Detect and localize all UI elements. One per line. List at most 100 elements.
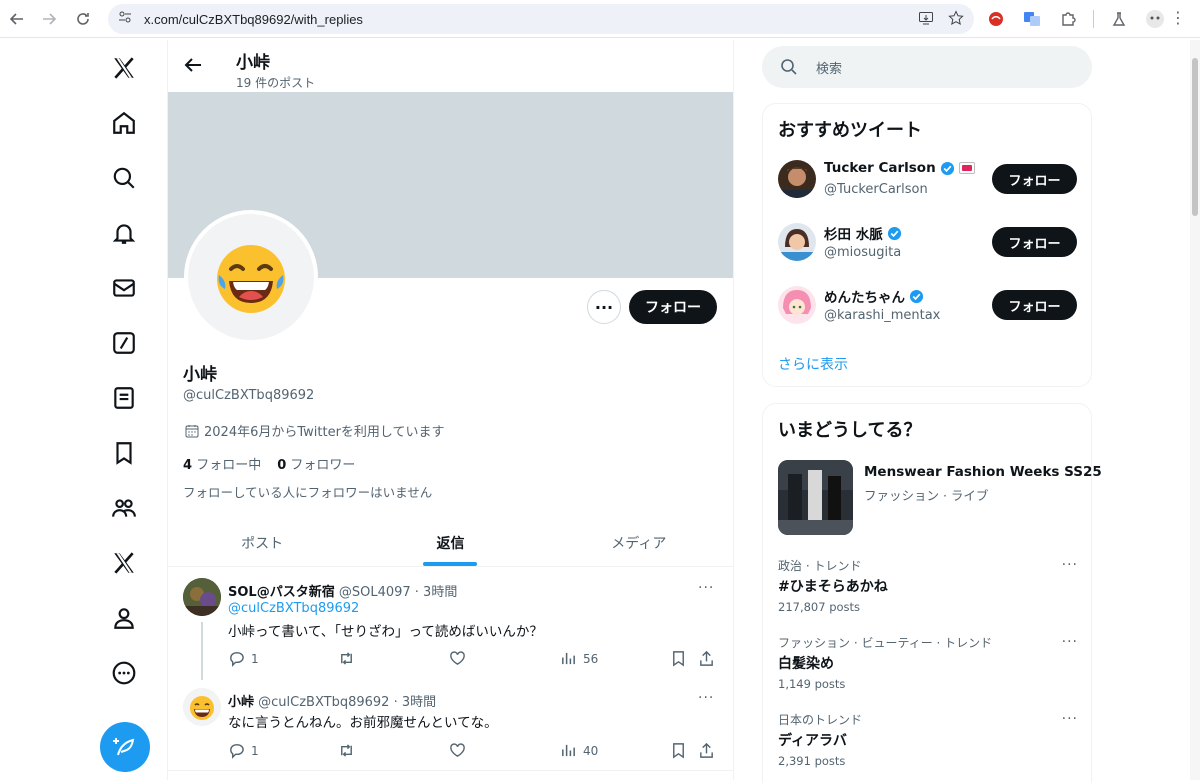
views-button[interactable]: 56 [560,650,598,667]
verified-badge-icon [940,161,954,175]
trend-more-icon[interactable]: ··· [1062,557,1078,573]
notifications-bell-icon[interactable] [104,213,144,253]
user-name-row: めんたちゃん [824,286,924,306]
tweet-author-name[interactable]: SOL@パスタ新宿 [228,585,335,600]
user-avatar[interactable] [778,286,816,324]
tab-replies[interactable]: 返信 [356,520,544,566]
feather-plus-icon [113,738,135,756]
x-logo-icon[interactable] [104,48,144,88]
lists-icon[interactable] [104,378,144,418]
translate-icon[interactable] [1021,8,1043,30]
following-label: フォロー中 [196,458,262,473]
user-avatar[interactable] [778,160,816,198]
tweet-divider [168,770,733,771]
follow-button[interactable]: フォロー [992,164,1077,194]
recommend-user[interactable]: 杉田 水脈 @miosugita フォロー [778,221,1078,265]
share-icon [700,650,713,666]
bookmark-button[interactable] [670,650,687,667]
bookmark-button[interactable] [670,742,687,759]
labs-flask-icon[interactable] [1108,8,1130,30]
views-button[interactable]: 40 [560,742,598,759]
communities-icon[interactable] [104,488,144,528]
profile-person-icon[interactable] [104,598,144,638]
user-handle: @miosugita [824,245,902,260]
tweet-meta: @SOL4097 · 3時間 [338,585,458,600]
tweet-avatar[interactable] [183,578,221,616]
retweet-button[interactable] [338,742,361,759]
trend-name: ディアラバ [778,733,847,749]
profile-more-button[interactable]: ··· [587,290,621,324]
tweet-more-icon[interactable]: ··· [698,580,714,596]
tweet-item[interactable]: SOL@パスタ新宿 @SOL4097 · 3時間 ··· @culCzBXTbq… [168,568,733,680]
show-more-link[interactable]: さらに表示 [778,354,848,374]
share-button[interactable] [698,650,715,667]
trend-more-icon[interactable]: ··· [1062,711,1078,727]
forward-icon[interactable] [32,2,66,36]
retweet-button[interactable] [338,650,361,667]
extension-red-icon[interactable] [985,8,1007,30]
laughing-emoji-icon [217,245,285,313]
user-handle: @karashi_mentax [824,308,941,323]
followers-link[interactable]: 0 フォロワー [277,454,355,473]
back-icon[interactable] [0,2,34,36]
featured-trend-name: Menswear Fashion Weeks SS25 [864,464,1102,480]
recommend-user[interactable]: めんたちゃん @karashi_mentax フォロー [778,284,1078,328]
recommend-title: おすすめツイート [778,120,922,141]
grok-icon[interactable] [104,323,144,363]
profile-avatar[interactable] [184,210,318,344]
more-options-icon[interactable] [104,653,144,693]
follow-button[interactable]: フォロー [992,227,1077,257]
search-placeholder: 検索 [816,61,843,77]
home-icon[interactable] [104,103,144,143]
tweet-more-icon[interactable]: ··· [698,690,714,706]
trend-more-icon[interactable]: ··· [1062,634,1078,650]
trend-item[interactable]: ファッション · ビューティー · トレンド 白髪染め 1,149 posts … [778,634,1078,691]
tab-posts[interactable]: ポスト [168,520,356,566]
reply-button[interactable]: 1 [228,650,259,667]
trend-post-count: 1,149 posts [778,677,846,691]
trend-item[interactable]: 政治 · トレンド #ひまそらあかね 217,807 posts ··· [778,557,1078,614]
url-text: x.com/culCzBXTbq89692/with_replies [144,11,363,27]
follow-button[interactable]: フォロー [992,290,1077,320]
address-bar[interactable]: x.com/culCzBXTbq89692/with_replies [108,4,974,34]
profile-follow-button[interactable]: フォロー [629,290,717,324]
trend-name: 白髪染め [778,656,834,672]
explore-search-icon[interactable] [104,158,144,198]
messages-envelope-icon[interactable] [104,268,144,308]
like-button[interactable] [449,650,472,667]
tab-media[interactable]: メディア [545,520,733,566]
premium-x-icon[interactable] [104,543,144,583]
bookmark-star-icon[interactable] [948,10,964,30]
trend-item[interactable]: 日本のトレンド ディアラバ 2,391 posts ··· [778,711,1078,768]
user-avatar[interactable] [778,223,816,261]
following-link[interactable]: 4 フォロー中 [183,454,261,473]
extensions-puzzle-icon[interactable] [1057,8,1079,30]
tweet-actions: 1 40 [228,742,718,762]
profile-handle: @culCzBXTbq89692 [183,388,315,403]
search-box[interactable]: 検索 [762,46,1092,88]
back-arrow-icon[interactable] [180,52,206,78]
site-info-icon[interactable] [118,10,132,28]
heart-icon [450,651,465,665]
like-button[interactable] [449,742,472,759]
profile-avatar-icon[interactable] [1144,8,1166,30]
install-app-icon[interactable] [918,10,934,30]
tweet-reply-to[interactable]: @culCzBXTbq89692 [228,601,359,616]
bookmarks-icon[interactable] [104,433,144,473]
page-scrollbar-thumb[interactable] [1192,58,1198,216]
browser-menu-icon[interactable]: ⋮ [1170,8,1186,27]
recommend-user[interactable]: Tucker Carlson @TuckerCarlson フォロー [778,158,1078,202]
following-count: 4 [183,458,193,473]
tweet-item[interactable]: 小峠 @culCzBXTbq89692 · 3時間 ··· なに言うとんねん。お… [168,678,733,778]
tweet-text: なに言うとんねん。お前邪魔せんといてな。 [228,715,498,731]
reload-icon[interactable] [66,2,100,36]
featured-trend[interactable]: Menswear Fashion Weeks SS25 ファッション · ライブ [778,460,1102,536]
profile-tabs: ポスト 返信 メディア [168,520,733,567]
share-button[interactable] [698,742,715,759]
reply-bubble-icon [230,744,244,759]
reply-button[interactable]: 1 [228,742,259,759]
heart-icon [450,743,465,757]
tweet-author-name[interactable]: 小峠 [228,695,254,710]
tweet-avatar[interactable] [183,688,221,726]
compose-post-button[interactable] [100,722,150,772]
